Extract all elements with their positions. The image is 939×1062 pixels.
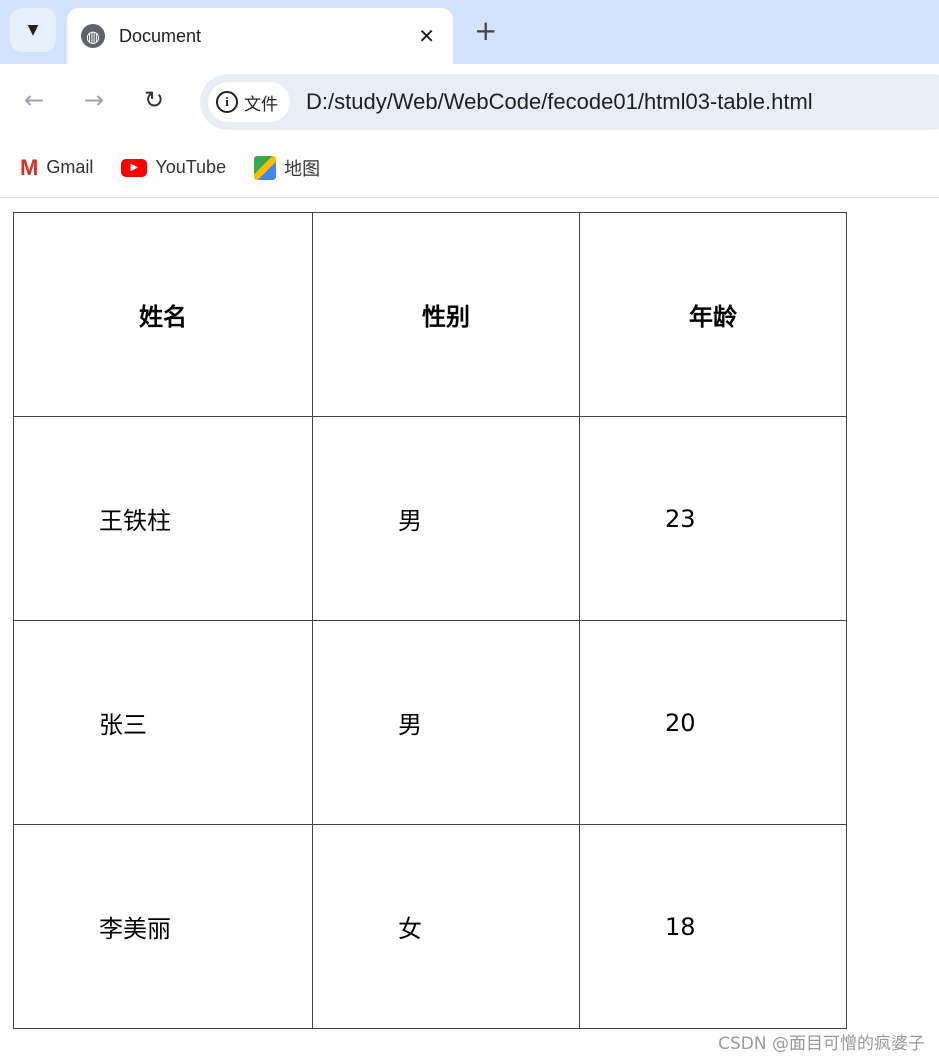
close-tab-icon[interactable]: ✕ [418, 24, 435, 48]
reload-icon[interactable]: ↻ [144, 86, 164, 114]
table-row: 张三 男 20 [13, 620, 847, 825]
header-row: 姓名 性别 年龄 [13, 212, 847, 417]
table-row: 李美丽 女 18 [13, 824, 847, 1029]
table-cell: 王铁柱 [13, 416, 313, 621]
bookmarks-bar: M Gmail ▶ YouTube 地图 [0, 138, 939, 198]
bookmark-label: Gmail [46, 157, 94, 177]
tab-document[interactable]: ◍ Document ✕ [67, 8, 453, 64]
data-table: 姓名 性别 年龄 王铁柱 男 23 张三 男 20 李美丽 女 18 [13, 212, 847, 1029]
bookmark-label: YouTube [155, 157, 227, 177]
bookmark-gmail[interactable]: M Gmail [20, 155, 93, 181]
bookmark-label: 地图 [284, 158, 321, 179]
table-cell: 男 [312, 416, 580, 621]
table-cell: 张三 [13, 620, 313, 825]
watermark: CSDN @面目可憎的疯婆子 [718, 1034, 925, 1054]
header-cell: 年龄 [579, 212, 847, 417]
chevron-down-icon: ▼ [27, 22, 39, 38]
table-cell: 男 [312, 620, 580, 825]
new-tab-button[interactable]: + [474, 14, 497, 47]
toolbar: ← → ↻ i 文件 D:/study/Web/WebCode/fecode01… [0, 64, 939, 138]
info-icon: i [216, 91, 238, 113]
table-cell: 18 [579, 824, 847, 1029]
header-cell: 性别 [312, 212, 580, 417]
address-bar[interactable]: i 文件 D:/study/Web/WebCode/fecode01/html0… [200, 74, 939, 130]
globe-icon: ◍ [81, 24, 105, 48]
table-cell: 20 [579, 620, 847, 825]
forward-icon[interactable]: → [84, 86, 104, 114]
back-icon[interactable]: ← [24, 86, 44, 114]
header-cell: 姓名 [13, 212, 313, 417]
maps-icon [254, 155, 277, 180]
table-cell: 李美丽 [13, 824, 313, 1029]
table-cell: 23 [579, 416, 847, 621]
youtube-icon: ▶ [121, 158, 148, 177]
bookmark-youtube[interactable]: ▶ YouTube [121, 157, 226, 178]
table-row: 王铁柱 男 23 [13, 416, 847, 621]
site-info-chip[interactable]: i 文件 [208, 82, 290, 122]
tab-bar: ▼ ◍ Document ✕ + [0, 0, 939, 64]
url-text[interactable]: D:/study/Web/WebCode/fecode01/html03-tab… [306, 89, 813, 115]
tab-title: Document [119, 25, 202, 46]
site-info-label: 文件 [244, 94, 278, 115]
tab-search-button[interactable]: ▼ [10, 8, 56, 52]
table-cell: 女 [312, 824, 580, 1029]
bookmark-maps[interactable]: 地图 [254, 155, 320, 181]
gmail-icon: M [20, 154, 39, 180]
